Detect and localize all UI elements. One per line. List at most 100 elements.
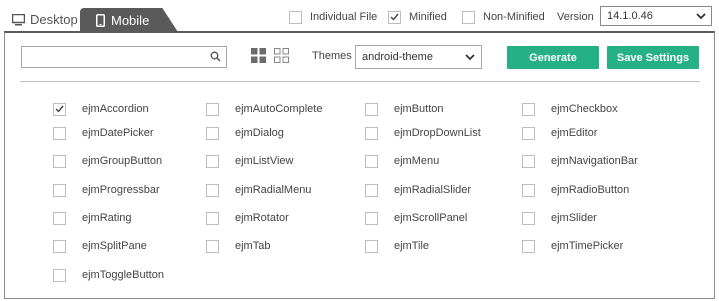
component-item[interactable]: ejmSlider bbox=[522, 210, 597, 226]
version-value: 14.1.0.46 bbox=[607, 10, 653, 22]
component-checkbox[interactable] bbox=[206, 102, 219, 116]
mobile-icon bbox=[96, 13, 105, 27]
component-checkbox[interactable] bbox=[365, 154, 378, 168]
component-checkbox[interactable] bbox=[53, 154, 66, 168]
component-item[interactable]: ejmMenu bbox=[365, 153, 439, 169]
component-label: ejmMenu bbox=[394, 155, 440, 167]
component-label: ejmRadialSlider bbox=[394, 184, 472, 196]
component-checkbox[interactable] bbox=[53, 126, 66, 140]
component-item[interactable]: ejmDropDownList bbox=[365, 125, 481, 141]
component-label: ejmTab bbox=[235, 240, 271, 252]
minified-label: Minified bbox=[409, 11, 447, 23]
component-label: ejmProgressbar bbox=[82, 184, 160, 196]
component-label: ejmAutoComplete bbox=[235, 103, 323, 115]
component-label: ejmTile bbox=[394, 240, 430, 252]
tab-mobile-label: Mobile bbox=[111, 12, 150, 28]
component-item[interactable]: ejmRadialMenu bbox=[206, 182, 311, 198]
component-item[interactable]: ejmButton bbox=[365, 101, 444, 117]
component-label: ejmDialog bbox=[235, 127, 284, 139]
component-checkbox[interactable] bbox=[206, 211, 219, 225]
component-checkbox[interactable] bbox=[53, 239, 66, 253]
component-checkbox[interactable] bbox=[365, 183, 378, 197]
component-item[interactable]: ejmRadialSlider bbox=[365, 182, 471, 198]
tile-view-icon[interactable] bbox=[274, 48, 289, 63]
component-item[interactable]: ejmNavigationBar bbox=[522, 153, 638, 169]
theme-select[interactable]: android-theme bbox=[355, 45, 482, 69]
tab-desktop-label: Desktop bbox=[30, 12, 78, 27]
component-label: ejmAccordion bbox=[82, 103, 149, 115]
search-input[interactable] bbox=[22, 47, 202, 67]
grid-view-icon[interactable] bbox=[251, 48, 266, 63]
component-item[interactable]: ejmToggleButton bbox=[53, 267, 164, 283]
component-label: ejmRotator bbox=[235, 212, 289, 224]
component-checkbox[interactable] bbox=[53, 183, 66, 197]
theme-value: android-theme bbox=[362, 51, 433, 63]
component-label: ejmRating bbox=[82, 212, 132, 224]
top-bar: Desktop Mobile Individual File Minified … bbox=[0, 0, 719, 32]
component-item[interactable]: ejmTab bbox=[206, 238, 270, 254]
component-checkbox[interactable] bbox=[522, 183, 535, 197]
component-checkbox[interactable] bbox=[522, 154, 535, 168]
non-minified-checkbox[interactable] bbox=[462, 10, 475, 24]
component-item[interactable]: ejmAccordion bbox=[53, 101, 149, 117]
minified-checkbox[interactable] bbox=[388, 10, 401, 24]
component-checkbox[interactable] bbox=[522, 211, 535, 225]
component-item[interactable]: ejmProgressbar bbox=[53, 182, 160, 198]
component-checkbox[interactable] bbox=[206, 239, 219, 253]
version-select[interactable]: 14.1.0.46 bbox=[600, 6, 712, 26]
component-checkbox[interactable] bbox=[365, 126, 378, 140]
component-item[interactable]: ejmRating bbox=[53, 210, 132, 226]
individual-file-option[interactable]: Individual File bbox=[289, 8, 377, 26]
desktop-icon bbox=[12, 13, 25, 26]
component-item[interactable]: ejmDialog bbox=[206, 125, 284, 141]
save-settings-button[interactable]: Save Settings bbox=[607, 46, 699, 69]
component-checkbox[interactable] bbox=[522, 239, 535, 253]
component-label: ejmToggleButton bbox=[82, 269, 164, 281]
component-checkbox[interactable] bbox=[365, 102, 378, 116]
component-label: ejmTimePicker bbox=[551, 240, 624, 252]
generate-button[interactable]: Generate bbox=[507, 46, 599, 69]
component-label: ejmNavigationBar bbox=[551, 155, 638, 167]
component-label: ejmDatePicker bbox=[82, 127, 154, 139]
component-checkbox[interactable] bbox=[206, 154, 219, 168]
component-checkbox[interactable] bbox=[206, 183, 219, 197]
individual-file-label: Individual File bbox=[310, 11, 378, 23]
component-item[interactable]: ejmRotator bbox=[206, 210, 289, 226]
non-minified-option[interactable]: Non-Minified bbox=[462, 8, 545, 26]
search-icon[interactable] bbox=[210, 51, 221, 62]
tab-mobile[interactable]: Mobile bbox=[80, 8, 178, 32]
component-item[interactable]: ejmDatePicker bbox=[53, 125, 154, 141]
component-checkbox[interactable] bbox=[522, 102, 535, 116]
component-checkbox[interactable] bbox=[365, 211, 378, 225]
component-item[interactable]: ejmTile bbox=[365, 238, 429, 254]
component-label: ejmSplitPane bbox=[82, 240, 147, 252]
component-label: ejmGroupButton bbox=[82, 155, 163, 167]
component-checkbox[interactable] bbox=[365, 239, 378, 253]
component-item[interactable]: ejmTimePicker bbox=[522, 238, 623, 254]
component-item[interactable]: ejmGroupButton bbox=[53, 153, 162, 169]
component-checkbox[interactable] bbox=[522, 126, 535, 140]
component-checkbox[interactable] bbox=[53, 211, 66, 225]
component-label: ejmRadialMenu bbox=[235, 184, 312, 196]
minified-option[interactable]: Minified bbox=[388, 8, 447, 26]
component-item[interactable]: ejmScrollPanel bbox=[365, 210, 467, 226]
component-item[interactable]: ejmSplitPane bbox=[53, 238, 147, 254]
component-label: ejmEditor bbox=[551, 127, 598, 139]
component-checkbox[interactable] bbox=[206, 126, 219, 140]
component-item[interactable]: ejmRadioButton bbox=[522, 182, 629, 198]
component-checkbox[interactable] bbox=[53, 268, 66, 282]
check-icon bbox=[390, 13, 399, 21]
tab-desktop[interactable]: Desktop bbox=[8, 8, 82, 32]
component-label: ejmRadioButton bbox=[551, 184, 630, 196]
component-item[interactable]: ejmEditor bbox=[522, 125, 597, 141]
component-label: ejmButton bbox=[394, 103, 444, 115]
component-item[interactable]: ejmListView bbox=[206, 153, 294, 169]
component-item[interactable]: ejmAutoComplete bbox=[206, 101, 322, 117]
mobile-panel: Themes android-theme Generate Save Setti… bbox=[4, 31, 715, 299]
search-box bbox=[21, 46, 227, 68]
component-checkbox[interactable] bbox=[53, 102, 66, 116]
component-label: ejmListView bbox=[235, 155, 294, 167]
component-item[interactable]: ejmCheckbox bbox=[522, 101, 618, 117]
individual-file-checkbox[interactable] bbox=[289, 10, 302, 24]
non-minified-label: Non-Minified bbox=[483, 11, 545, 23]
